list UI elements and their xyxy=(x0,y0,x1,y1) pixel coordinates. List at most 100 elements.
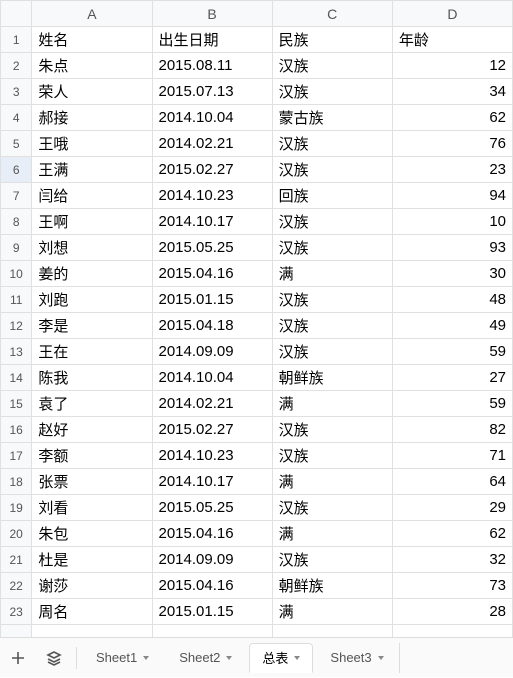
cell[interactable]: 张票 xyxy=(32,469,152,495)
cell[interactable]: 满 xyxy=(272,261,392,287)
cell[interactable]: 94 xyxy=(392,183,512,209)
cell[interactable]: 62 xyxy=(392,105,512,131)
cell[interactable]: 82 xyxy=(392,417,512,443)
cell[interactable]: 王满 xyxy=(32,157,152,183)
col-header-C[interactable]: C xyxy=(272,1,392,27)
cell[interactable]: 2014.09.09 xyxy=(152,547,272,573)
cell[interactable]: 荣人 xyxy=(32,79,152,105)
cell[interactable]: 满 xyxy=(272,599,392,625)
col-header-A[interactable]: A xyxy=(32,1,152,27)
cell[interactable]: 2014.10.04 xyxy=(152,105,272,131)
select-all-corner[interactable] xyxy=(1,1,32,27)
cell[interactable]: 12 xyxy=(392,53,512,79)
cell[interactable]: 71 xyxy=(392,443,512,469)
cell[interactable]: 汉族 xyxy=(272,339,392,365)
cell[interactable]: 谢莎 xyxy=(32,573,152,599)
cell[interactable]: 汉族 xyxy=(272,235,392,261)
row-header[interactable]: 10 xyxy=(1,261,32,287)
cell[interactable]: 2015.02.27 xyxy=(152,417,272,443)
row-header[interactable]: 5 xyxy=(1,131,32,157)
cell[interactable]: 王在 xyxy=(32,339,152,365)
row-header[interactable]: 12 xyxy=(1,313,32,339)
row-header[interactable]: 11 xyxy=(1,287,32,313)
cell[interactable]: 袁了 xyxy=(32,391,152,417)
cell[interactable]: 满 xyxy=(272,391,392,417)
row-header[interactable]: 19 xyxy=(1,495,32,521)
cell[interactable]: 73 xyxy=(392,573,512,599)
row-header[interactable]: 17 xyxy=(1,443,32,469)
row-header[interactable]: 1 xyxy=(1,27,32,53)
cell[interactable]: 朱点 xyxy=(32,53,152,79)
cell[interactable]: 出生日期 xyxy=(152,27,272,53)
sheet-tab[interactable]: Sheet1 xyxy=(83,643,162,673)
col-header-B[interactable]: B xyxy=(152,1,272,27)
cell[interactable]: 姜的 xyxy=(32,261,152,287)
cell[interactable]: 汉族 xyxy=(272,209,392,235)
cell[interactable]: 赵好 xyxy=(32,417,152,443)
cell[interactable]: 62 xyxy=(392,521,512,547)
cell[interactable]: 49 xyxy=(392,313,512,339)
col-header-D[interactable]: D xyxy=(392,1,512,27)
cell[interactable]: 朝鲜族 xyxy=(272,365,392,391)
cell[interactable]: 汉族 xyxy=(272,313,392,339)
cell[interactable]: 闫给 xyxy=(32,183,152,209)
cell[interactable]: 2015.07.13 xyxy=(152,79,272,105)
cell[interactable]: 93 xyxy=(392,235,512,261)
cell[interactable]: 刘想 xyxy=(32,235,152,261)
cell[interactable]: 2014.02.21 xyxy=(152,391,272,417)
row-header[interactable]: 16 xyxy=(1,417,32,443)
row-header[interactable]: 9 xyxy=(1,235,32,261)
cell[interactable]: 2015.04.16 xyxy=(152,573,272,599)
cell[interactable]: 2014.10.23 xyxy=(152,443,272,469)
cell[interactable]: 杜是 xyxy=(32,547,152,573)
cell[interactable]: 59 xyxy=(392,339,512,365)
cell[interactable]: 汉族 xyxy=(272,417,392,443)
cell[interactable]: 蒙古族 xyxy=(272,105,392,131)
row-header[interactable]: 23 xyxy=(1,599,32,625)
row-header[interactable]: 21 xyxy=(1,547,32,573)
row-header[interactable]: 3 xyxy=(1,79,32,105)
cell[interactable]: 2015.01.15 xyxy=(152,287,272,313)
cell[interactable]: 29 xyxy=(392,495,512,521)
cell[interactable]: 2015.08.11 xyxy=(152,53,272,79)
cell[interactable]: 64 xyxy=(392,469,512,495)
cell[interactable]: 34 xyxy=(392,79,512,105)
cell[interactable]: 汉族 xyxy=(272,443,392,469)
cell[interactable]: 王哦 xyxy=(32,131,152,157)
cell[interactable]: 满 xyxy=(272,521,392,547)
cell[interactable]: 汉族 xyxy=(272,53,392,79)
cell[interactable]: 回族 xyxy=(272,183,392,209)
cell[interactable]: 刘看 xyxy=(32,495,152,521)
cell[interactable]: 满 xyxy=(272,469,392,495)
cell[interactable]: 76 xyxy=(392,131,512,157)
cell[interactable]: 2015.04.16 xyxy=(152,261,272,287)
cell[interactable]: 2015.04.18 xyxy=(152,313,272,339)
cell[interactable]: 汉族 xyxy=(272,131,392,157)
cell[interactable]: 10 xyxy=(392,209,512,235)
row-header[interactable]: 7 xyxy=(1,183,32,209)
cell[interactable]: 汉族 xyxy=(272,547,392,573)
cell[interactable]: 30 xyxy=(392,261,512,287)
row-header[interactable]: 6 xyxy=(1,157,32,183)
row-header[interactable]: 13 xyxy=(1,339,32,365)
cell[interactable]: 刘跑 xyxy=(32,287,152,313)
cell[interactable]: 59 xyxy=(392,391,512,417)
cell[interactable]: 48 xyxy=(392,287,512,313)
add-sheet-button[interactable] xyxy=(0,638,36,678)
all-sheets-button[interactable] xyxy=(36,638,72,678)
cell[interactable]: 陈我 xyxy=(32,365,152,391)
row-header[interactable]: 22 xyxy=(1,573,32,599)
cell[interactable]: 王啊 xyxy=(32,209,152,235)
cell[interactable]: 2015.02.27 xyxy=(152,157,272,183)
row-header[interactable]: 14 xyxy=(1,365,32,391)
cell[interactable]: 年龄 xyxy=(392,27,512,53)
cell[interactable]: 28 xyxy=(392,599,512,625)
cell[interactable]: 汉族 xyxy=(272,79,392,105)
cell[interactable]: 23 xyxy=(392,157,512,183)
cell[interactable]: 2015.04.16 xyxy=(152,521,272,547)
row-header[interactable]: 8 xyxy=(1,209,32,235)
sheet-tab[interactable]: 总表 xyxy=(249,643,313,673)
cell[interactable]: 朱包 xyxy=(32,521,152,547)
spreadsheet-grid[interactable]: A B C D 1姓名出生日期民族年龄2朱点2015.08.11汉族123荣人2… xyxy=(0,0,513,637)
cell[interactable]: 2015.05.25 xyxy=(152,495,272,521)
